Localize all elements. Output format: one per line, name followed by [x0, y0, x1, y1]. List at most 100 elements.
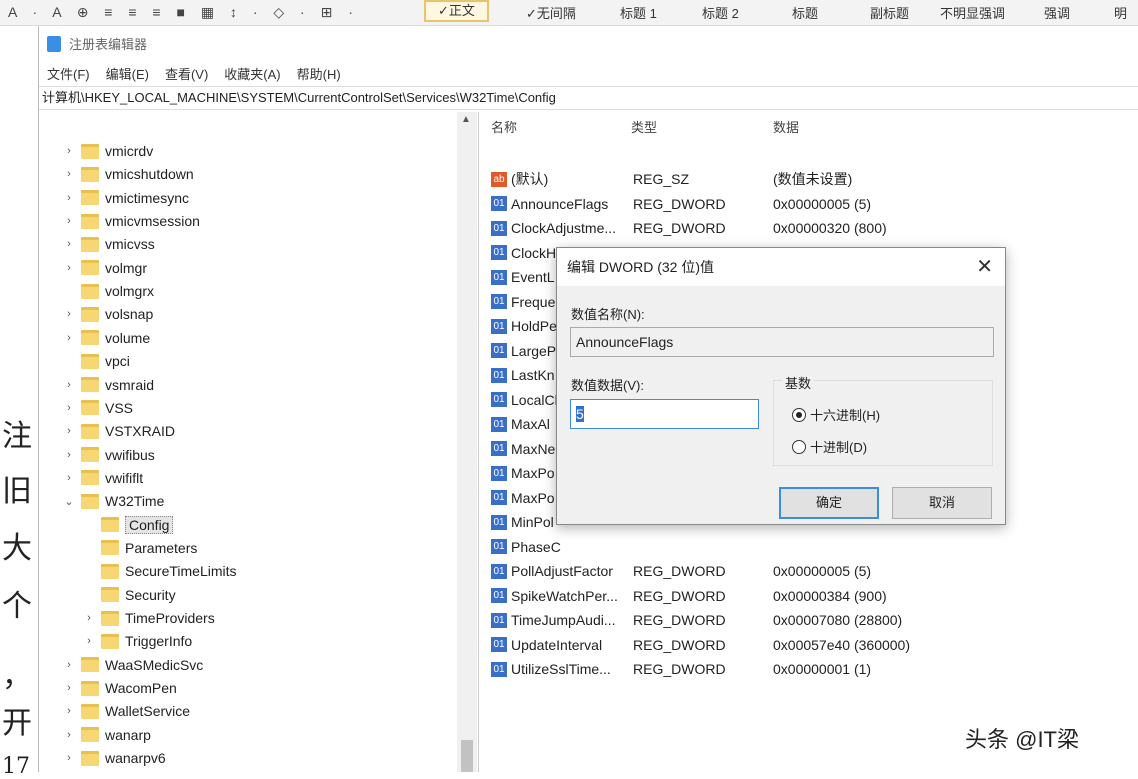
value-row[interactable]: 01 AnnounceFlags REG_DWORD 0x00000005 (5): [491, 193, 871, 215]
chevron-down-icon[interactable]: ⌄: [63, 495, 75, 508]
value-row[interactable]: 01 TimeJumpAudi... REG_DWORD 0x00007080 (28…: [491, 609, 902, 631]
menu-item[interactable]: 查看(V): [165, 64, 208, 83]
chevron-right-icon[interactable]: ›: [63, 402, 75, 414]
column-header-type[interactable]: 类型: [631, 117, 657, 136]
chevron-right-icon[interactable]: ›: [63, 145, 75, 157]
tree-item[interactable]: SecureTimeLimits: [83, 560, 237, 582]
chevron-right-icon[interactable]: ›: [63, 659, 75, 671]
folder-icon: [81, 447, 99, 463]
folder-icon: [101, 540, 119, 556]
tree-item[interactable]: volmgrx: [63, 280, 154, 302]
scroll-thumb[interactable]: [461, 740, 473, 772]
value-data-label: 数值数据(V):: [571, 378, 644, 393]
tree-item[interactable]: Config: [83, 514, 174, 536]
column-header-name[interactable]: 名称: [491, 117, 517, 136]
tree-item[interactable]: Security: [83, 584, 176, 606]
tree-item[interactable]: › vmicvss: [63, 233, 155, 255]
tree-item-label: SecureTimeLimits: [125, 563, 237, 580]
base-label: 基数: [782, 373, 815, 392]
value-row[interactable]: 01 UtilizeSslTime... REG_DWORD 0x00000001 (…: [491, 658, 871, 680]
tree-item-label: vmicshutdown: [105, 166, 194, 183]
menu-item[interactable]: 文件(F): [47, 64, 90, 83]
value-row[interactable]: ab (默认) REG_SZ (数值未设置): [491, 168, 852, 190]
tree-item[interactable]: › TriggerInfo: [83, 630, 192, 652]
chevron-right-icon[interactable]: ›: [63, 449, 75, 461]
document-text: 开: [2, 706, 32, 741]
tree-item[interactable]: › vmicrdv: [63, 140, 153, 162]
tree-item[interactable]: › VSTXRAID: [63, 420, 175, 442]
key-tree: › vmicrdv › vmicshutdown › vmictimesync › vmicv…: [39, 112, 479, 772]
tree-item[interactable]: › WalletService: [63, 700, 190, 722]
tree-item[interactable]: › wanarp: [63, 724, 151, 746]
dec-radio[interactable]: 十进制(D): [792, 437, 867, 456]
tree-item[interactable]: ⌄ W32Time: [63, 490, 164, 512]
dword-value-icon: 01: [491, 661, 507, 677]
value-row[interactable]: 01 ClockAdjustme... REG_DWORD 0x00000320 (8…: [491, 217, 887, 239]
value-name-field[interactable]: AnnounceFlags: [570, 327, 994, 357]
hex-radio[interactable]: 十六进制(H): [792, 405, 880, 424]
chevron-right-icon[interactable]: ›: [83, 612, 95, 624]
dword-value-icon: 01: [491, 514, 507, 530]
folder-icon: [81, 657, 99, 673]
style-gallery-item[interactable]: ✓正文: [424, 0, 489, 22]
cancel-button[interactable]: 取消: [892, 487, 992, 519]
tree-item[interactable]: › volume: [63, 327, 150, 349]
tree-item[interactable]: › WaaSMedicSvc: [63, 654, 203, 676]
chevron-right-icon[interactable]: ›: [63, 215, 75, 227]
tree-item[interactable]: › vmicvmsession: [63, 210, 200, 232]
chevron-right-icon[interactable]: ›: [63, 238, 75, 250]
value-row[interactable]: 01 SpikeWatchPer... REG_DWORD 0x00000384 (9…: [491, 585, 887, 607]
close-icon[interactable]: ✕: [976, 248, 993, 286]
value-type: REG_DWORD: [633, 220, 726, 236]
chevron-right-icon[interactable]: ›: [63, 705, 75, 717]
chevron-right-icon[interactable]: ›: [63, 472, 75, 484]
menu-item[interactable]: 帮助(H): [297, 64, 341, 83]
chevron-right-icon[interactable]: ›: [63, 262, 75, 274]
chevron-right-icon[interactable]: ›: [63, 332, 75, 344]
ok-button[interactable]: 确定: [779, 487, 879, 519]
chevron-right-icon[interactable]: ›: [63, 752, 75, 764]
style-gallery-item[interactable]: 强调: [1044, 3, 1070, 22]
chevron-right-icon[interactable]: ›: [63, 168, 75, 180]
chevron-right-icon[interactable]: ›: [63, 192, 75, 204]
tree-item[interactable]: › vsmraid: [63, 374, 154, 396]
value-row[interactable]: 01 PollAdjustFactor REG_DWORD 0x00000005 (5…: [491, 560, 871, 582]
tree-item[interactable]: › vmictimesync: [63, 187, 189, 209]
value-row[interactable]: 01 UpdateInterval REG_DWORD 0x00057e40 (360…: [491, 634, 910, 656]
tree-item[interactable]: › vwififlt: [63, 467, 143, 489]
tree-item[interactable]: › WacomPen: [63, 677, 177, 699]
tree-scrollbar[interactable]: ▲: [457, 112, 477, 772]
tree-item-label: TriggerInfo: [125, 633, 193, 650]
chevron-right-icon[interactable]: ›: [63, 308, 75, 320]
style-gallery-item[interactable]: 副标题: [870, 3, 909, 22]
tree-item[interactable]: › VSS: [63, 397, 133, 419]
tree-item[interactable]: › vmicshutdown: [63, 163, 194, 185]
dword-value-icon: 01: [491, 490, 507, 505]
chevron-right-icon[interactable]: ›: [63, 379, 75, 391]
menu-item[interactable]: 收藏夹(A): [224, 64, 280, 83]
style-gallery-item[interactable]: 不明显强调: [940, 3, 1005, 22]
formatting-tools[interactable]: A · A ⊕ ≡ ≡ ≡ ■ ▦ ↕ · ◇ · ⊞ ·: [8, 4, 359, 21]
menu-item[interactable]: 编辑(E): [106, 64, 149, 83]
scroll-up-icon[interactable]: ▲: [461, 114, 471, 125]
tree-item[interactable]: vpci: [63, 350, 130, 372]
tree-item[interactable]: › volmgr: [63, 257, 147, 279]
chevron-right-icon[interactable]: ›: [83, 635, 95, 647]
address-bar[interactable]: 计算机\HKEY_LOCAL_MACHINE\SYSTEM\CurrentCon…: [39, 86, 1138, 110]
chevron-right-icon[interactable]: ›: [63, 682, 75, 694]
tree-item-label: TimeProviders: [125, 610, 215, 626]
style-gallery-item[interactable]: 标题 2: [702, 3, 739, 22]
tree-item[interactable]: › TimeProviders: [83, 607, 215, 629]
chevron-right-icon[interactable]: ›: [63, 729, 75, 741]
tree-item[interactable]: Parameters: [83, 537, 197, 559]
tree-item[interactable]: › wanarpv6: [63, 747, 166, 769]
chevron-right-icon[interactable]: ›: [63, 425, 75, 437]
tree-item[interactable]: › volsnap: [63, 303, 153, 325]
column-header-data[interactable]: 数据: [773, 117, 799, 136]
value-data-field[interactable]: 5: [570, 399, 759, 429]
style-gallery-item[interactable]: ✓无间隔: [526, 3, 576, 22]
value-row[interactable]: 01 PhaseC: [491, 536, 773, 558]
style-gallery-item[interactable]: 标题 1: [620, 3, 657, 22]
style-gallery-item[interactable]: 标题: [792, 3, 818, 22]
tree-item[interactable]: › vwifibus: [63, 444, 155, 466]
